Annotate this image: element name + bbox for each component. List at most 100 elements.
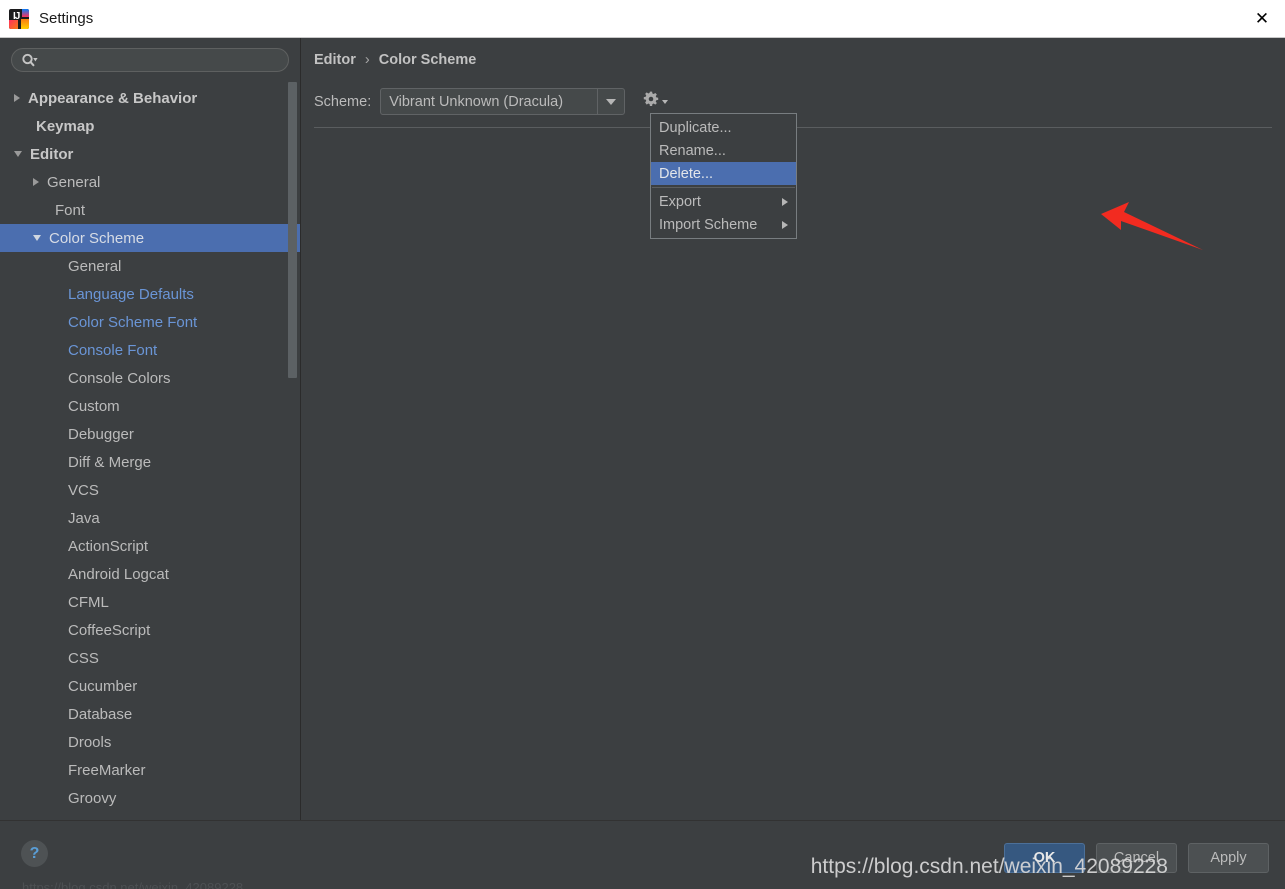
- sidebar-item-font[interactable]: Font: [0, 196, 300, 224]
- sidebar-item-color-scheme[interactable]: Color Scheme: [0, 224, 300, 252]
- scheme-selected-value: Vibrant Unknown (Dracula): [389, 93, 564, 110]
- sidebar-item-label: Keymap: [36, 117, 95, 135]
- sidebar-item-appearance-behavior[interactable]: Appearance & Behavior: [0, 84, 300, 112]
- sidebar-item-console-font[interactable]: Console Font: [0, 336, 300, 364]
- sidebar-item-label: General: [68, 257, 122, 275]
- chevron-down-icon[interactable]: [14, 151, 22, 157]
- sidebar-item-label: Groovy: [68, 789, 117, 807]
- breadcrumb-parent[interactable]: Editor: [314, 52, 356, 68]
- search-field[interactable]: [11, 48, 289, 72]
- sidebar-item-label: Custom: [68, 397, 120, 415]
- settings-sidebar: Appearance & Behavior Keymap Editor General…: [0, 38, 301, 820]
- search-icon: [21, 53, 38, 67]
- sidebar-item-label: Color Scheme Font: [68, 313, 198, 331]
- settings-tree: Appearance & Behavior Keymap Editor General…: [0, 84, 300, 820]
- sidebar-item-android-logcat[interactable]: Android Logcat: [0, 560, 300, 588]
- sidebar-item-label: Debugger: [68, 425, 134, 443]
- dialog-footer: [0, 820, 1285, 889]
- menu-item-label: Duplicate...: [659, 119, 732, 136]
- sidebar-item-cucumber[interactable]: Cucumber: [0, 672, 300, 700]
- sidebar-item-diff-merge[interactable]: Diff & Merge: [0, 448, 300, 476]
- sidebar-item-keymap[interactable]: Keymap: [0, 112, 300, 140]
- content-pane: Editor › Color Scheme Scheme: Vibrant Un…: [302, 38, 1285, 820]
- sidebar-item-drools[interactable]: Drools: [0, 728, 300, 756]
- breadcrumb: Editor › Color Scheme: [314, 52, 476, 68]
- sidebar-item-label: Diff & Merge: [68, 453, 152, 471]
- sidebar-item-language-defaults[interactable]: Language Defaults: [0, 280, 300, 308]
- scheme-label: Scheme:: [314, 93, 372, 110]
- gear-button[interactable]: [641, 89, 670, 114]
- chevron-right-icon[interactable]: [14, 94, 20, 102]
- breadcrumb-current: Color Scheme: [378, 52, 477, 68]
- sidebar-item-label: Cucumber: [68, 677, 138, 695]
- sidebar-item-label: FreeMarker: [68, 761, 146, 779]
- cancel-button[interactable]: Cancel: [1096, 843, 1177, 873]
- sidebar-item-custom[interactable]: Custom: [0, 392, 300, 420]
- sidebar-item-editor[interactable]: Editor: [0, 140, 300, 168]
- sidebar-item-label: Language Defaults: [68, 285, 194, 303]
- sidebar-item-label: CoffeeScript: [68, 621, 151, 639]
- sidebar-item-general[interactable]: General: [0, 252, 300, 280]
- ok-button[interactable]: OK: [1004, 843, 1085, 873]
- sidebar-item-color-scheme-font[interactable]: Color Scheme Font: [0, 308, 300, 336]
- menu-item-export[interactable]: Export: [651, 190, 796, 213]
- menu-item-rename[interactable]: Rename...: [651, 139, 796, 162]
- title-bar: IJ Settings ✕: [0, 0, 1285, 38]
- chevron-down-icon[interactable]: [597, 89, 624, 114]
- submenu-chevron-right-icon: [782, 197, 788, 206]
- sidebar-item-label: Color Scheme: [49, 229, 145, 247]
- sidebar-item-coffeescript[interactable]: CoffeeScript: [0, 616, 300, 644]
- sidebar-item-groovy[interactable]: Groovy: [0, 784, 300, 812]
- sidebar-item-label: Appearance & Behavior: [28, 89, 198, 107]
- sidebar-item-label: Drools: [68, 733, 112, 751]
- sidebar-item-label: Console Colors: [68, 369, 171, 387]
- sidebar-item-database[interactable]: Database: [0, 700, 300, 728]
- chevron-right-icon[interactable]: [33, 178, 39, 186]
- search-input[interactable]: [38, 52, 258, 68]
- sidebar-item-cfml[interactable]: CFML: [0, 588, 300, 616]
- close-icon[interactable]: ✕: [1239, 0, 1285, 37]
- sidebar-item-label: Editor: [30, 145, 74, 163]
- scheme-combobox[interactable]: Vibrant Unknown (Dracula): [380, 88, 626, 115]
- menu-item-label: Import Scheme: [659, 216, 758, 233]
- menu-item-label: Delete...: [659, 165, 713, 182]
- search-container: [0, 38, 300, 72]
- menu-separator: [652, 187, 795, 188]
- menu-item-duplicate[interactable]: Duplicate...: [651, 116, 796, 139]
- scheme-row: Scheme: Vibrant Unknown (Dracula): [314, 88, 670, 115]
- apply-button[interactable]: Apply: [1188, 843, 1269, 873]
- menu-item-label: Export: [659, 193, 701, 210]
- sidebar-item-actionscript[interactable]: ActionScript: [0, 532, 300, 560]
- annotation-arrow-icon: [1101, 202, 1203, 250]
- sidebar-item-label: CFML: [68, 593, 109, 611]
- menu-item-delete[interactable]: Delete...: [651, 162, 796, 185]
- sidebar-item-label: ActionScript: [68, 537, 149, 555]
- breadcrumb-separator-icon: ›: [364, 52, 370, 68]
- gear-dropdown-caret-icon: [662, 99, 669, 104]
- menu-item-label: Rename...: [659, 142, 726, 159]
- gear-icon: [643, 91, 659, 112]
- window-title: Settings: [39, 10, 94, 27]
- sidebar-item-vcs[interactable]: VCS: [0, 476, 300, 504]
- sidebar-item-console-colors[interactable]: Console Colors: [0, 364, 300, 392]
- chevron-down-icon[interactable]: [33, 235, 41, 241]
- menu-item-import-scheme[interactable]: Import Scheme: [651, 213, 796, 236]
- settings-dialog: IJ Settings ✕ Appearance & Behavior Keyma…: [0, 0, 1285, 889]
- sidebar-item-label: Font: [55, 201, 86, 219]
- sidebar-item-freemarker[interactable]: FreeMarker: [0, 756, 300, 784]
- sidebar-item-label: Java: [68, 509, 100, 527]
- sidebar-item-label: VCS: [68, 481, 99, 499]
- submenu-chevron-right-icon: [782, 220, 788, 229]
- intellij-idea-logo-icon: IJ: [9, 8, 29, 29]
- sidebar-item-label: Android Logcat: [68, 565, 169, 583]
- sidebar-item-label: CSS: [68, 649, 99, 667]
- sidebar-item-general[interactable]: General: [0, 168, 300, 196]
- sidebar-item-css[interactable]: CSS: [0, 644, 300, 672]
- sidebar-item-java[interactable]: Java: [0, 504, 300, 532]
- sidebar-item-debugger[interactable]: Debugger: [0, 420, 300, 448]
- sidebar-scrollbar-thumb[interactable]: [288, 82, 297, 378]
- sidebar-item-label: General: [47, 173, 101, 191]
- sidebar-item-label: Database: [68, 705, 133, 723]
- help-button[interactable]: ?: [21, 840, 48, 867]
- sidebar-item-label: Console Font: [68, 341, 158, 359]
